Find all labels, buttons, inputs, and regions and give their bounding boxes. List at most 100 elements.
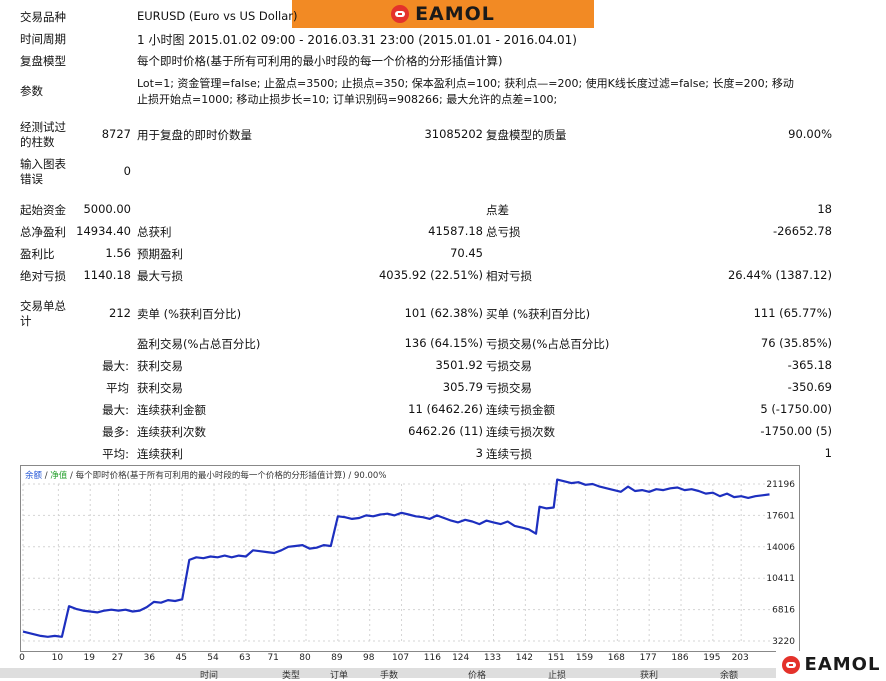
avg-consec-prefix: 平均: (102, 447, 129, 461)
x-tick-label: 186 (671, 653, 688, 663)
long-value: 111 (65.77%) (753, 306, 832, 320)
col-profit: 获利 (640, 671, 659, 681)
max-consec-losses-value: 5 (-1750.00) (760, 402, 832, 416)
net-profit-value: 14934.40 (76, 224, 131, 238)
errors-label-1: 输入图表 (20, 157, 66, 171)
y-tick-label: 17601 (766, 511, 795, 521)
eamol-logo-banner: EAMOL (292, 0, 594, 28)
eamol-logo-watermark: EAMOL (776, 651, 886, 678)
loss-trades-value: 76 (35.85%) (760, 336, 832, 350)
x-tick-label: 98 (363, 653, 375, 663)
y-tick-label: 3220 (772, 637, 795, 647)
most-prefix: 最多: (102, 425, 129, 439)
chart-plot: 21196 17601 14006 10411 6816 3220 (22, 478, 795, 647)
largest-profit-value: 3501.92 (435, 358, 483, 372)
logo-text: EAMOL (415, 3, 495, 25)
balance-series-line (22, 478, 770, 638)
x-tick-label: 142 (516, 653, 533, 663)
profit-trades-label: 盈利交易(%占总百分比) (137, 337, 261, 351)
col-sl: 止损 (548, 671, 567, 681)
y-tick-label: 14006 (766, 543, 795, 553)
x-tick-label: 0 (19, 653, 25, 663)
max-consec-wins-value: 11 (6462.26) (408, 402, 483, 416)
symbol-value: EURUSD (Euro vs US Dollar) (137, 9, 298, 23)
period-value: 1 小时图 2015.01.02 09:00 - 2016.03.31 23:0… (137, 33, 577, 47)
trades-table-header: 时间 类型 订单 手数 价格 止损 获利 余额 (0, 668, 776, 681)
expected-payoff-value: 70.45 (450, 246, 483, 260)
largest-loss-value: -365.18 (787, 358, 832, 372)
params-line-2: 止损开始点=1000; 移动止损步长=10; 订单识别码=908266; 最大允… (137, 93, 558, 106)
params-line-1: Lot=1; 资金管理=false; 止盈点=3500; 止损点=350; 保本… (137, 77, 794, 90)
symbol-label: 交易品种 (20, 10, 66, 24)
max-consec-loss-value: -1750.00 (5) (760, 424, 832, 438)
model-value: 每个即时价格(基于所有可利用的最小时段的每一个价格的分形插值计算) (137, 54, 503, 68)
x-tick-label: 10 (52, 653, 64, 663)
short-value: 101 (62.38%) (404, 306, 483, 320)
x-tick-label: 36 (144, 653, 156, 663)
average-profit-label: 获利交易 (137, 381, 183, 395)
ticks-label: 用于复盘的即时价数量 (137, 128, 252, 142)
average-loss-value: -350.69 (787, 380, 832, 394)
largest-loss-label: 亏损交易 (486, 359, 532, 373)
x-tick-label: 45 (175, 653, 186, 663)
x-tick-label: 133 (484, 653, 501, 663)
y-tick-label: 6816 (772, 606, 795, 616)
y-tick-label: 10411 (766, 574, 795, 584)
col-lots: 手数 (380, 671, 399, 681)
abs-drawdown-label: 绝对亏损 (20, 269, 66, 283)
spread-label: 点差 (486, 203, 509, 217)
max-consec-profit-value: 6462.26 (11) (408, 424, 483, 438)
total-trades-value: 212 (109, 306, 131, 320)
largest-prefix: 最大: (102, 359, 129, 373)
long-label: 买单 (%获利百分比) (486, 307, 591, 321)
total-trades-label-1: 交易单总 (20, 299, 66, 313)
col-type: 类型 (282, 671, 301, 681)
initial-deposit-label: 起始资金 (20, 203, 66, 217)
quality-label: 复盘模型的质量 (486, 128, 567, 142)
col-price: 价格 (468, 671, 487, 681)
x-tick-label: 124 (452, 653, 469, 663)
balance-chart: 余额 / 净值 / 每个即时价格(基于所有可利用的最小时段的每一个价格的分形插值… (20, 465, 800, 652)
average-loss-label: 亏损交易 (486, 381, 532, 395)
short-label: 卖单 (%获利百分比) (137, 307, 242, 321)
bars-label-1: 经测试过 (20, 120, 66, 134)
x-tick-label: 168 (608, 653, 625, 663)
chart-x-axis: 0 10 19 27 36 45 54 63 71 80 89 98 107 116 124 133 142 15… (19, 653, 749, 663)
max-consec-losses-label: 连续亏损金额 (486, 403, 555, 417)
bars-value: 8727 (101, 127, 131, 141)
gross-loss-value: -26652.78 (772, 224, 832, 238)
ticks-value: 31085202 (424, 127, 483, 141)
net-profit-label: 总净盈利 (20, 225, 66, 239)
col-time: 时间 (200, 671, 219, 681)
initial-deposit-value: 5000.00 (83, 202, 131, 216)
total-trades-label-2: 计 (20, 314, 32, 328)
x-tick-label: 89 (331, 653, 343, 663)
avg-consec-wins-value: 3 (475, 446, 483, 460)
period-label: 时间周期 (20, 32, 66, 46)
profit-trades-value: 136 (64.15%) (404, 336, 483, 350)
max-consec-wins-label: 连续获利金额 (137, 403, 206, 417)
robot-face-icon (391, 5, 410, 23)
x-tick-label: 27 (112, 653, 123, 663)
rel-drawdown-value: 26.44% (1387.12) (727, 268, 832, 282)
x-tick-label: 80 (299, 653, 311, 663)
x-tick-label: 63 (239, 653, 250, 663)
params-label: 参数 (20, 84, 43, 98)
average-profit-value: 305.79 (442, 380, 483, 394)
spread-value: 18 (817, 202, 832, 216)
errors-value: 0 (123, 164, 131, 178)
avg-consec-wins-label: 连续获利 (137, 447, 183, 461)
expected-payoff-label: 预期盈利 (137, 247, 183, 261)
y-tick-label: 21196 (766, 480, 795, 490)
col-balance: 余额 (720, 671, 739, 681)
average-prefix: 平均 (106, 381, 129, 395)
max-drawdown-value: 4035.92 (22.51%) (378, 268, 483, 282)
x-tick-label: 203 (732, 653, 749, 663)
model-label: 复盘模型 (20, 54, 66, 68)
logo-text-bottom: EAMOL (804, 654, 881, 675)
max-drawdown-label: 最大亏损 (137, 269, 183, 283)
x-tick-label: 116 (424, 653, 441, 663)
largest-profit-label: 获利交易 (137, 359, 183, 373)
avg-consec-losses-value: 1 (824, 446, 832, 460)
gross-loss-label: 总亏损 (486, 225, 521, 239)
